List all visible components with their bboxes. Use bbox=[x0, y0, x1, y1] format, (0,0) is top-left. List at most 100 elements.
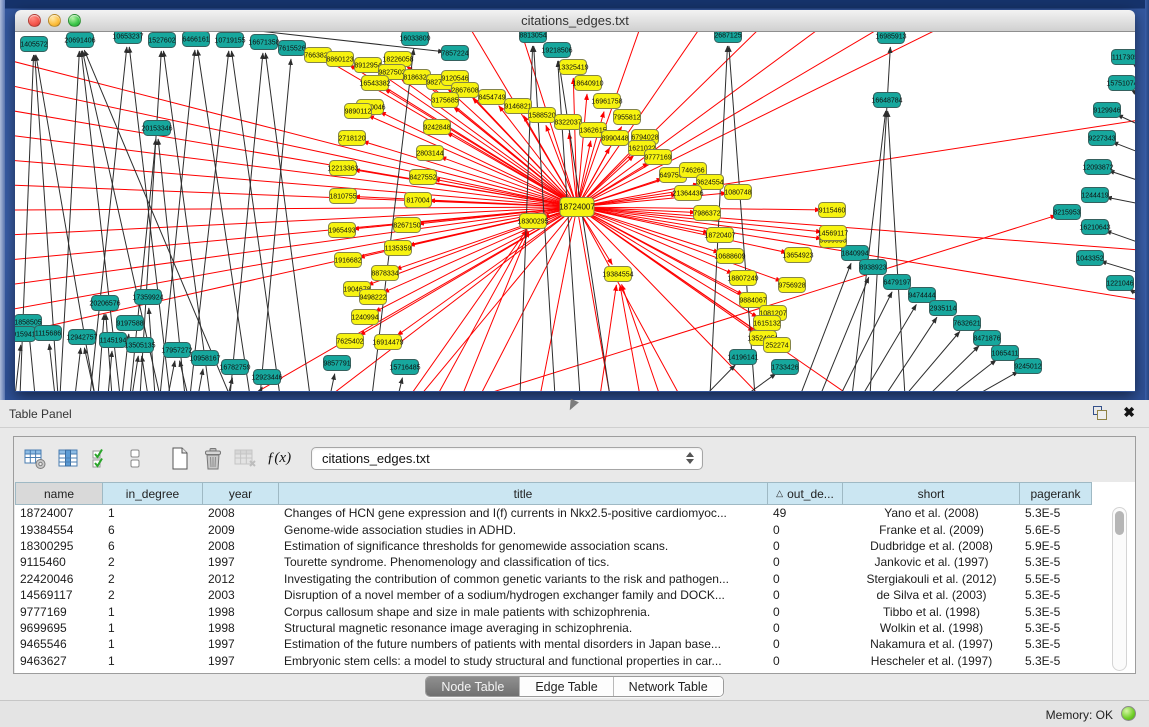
table-cell[interactable]: 1 bbox=[103, 506, 203, 520]
graph-node-yellow[interactable]: 16543382 bbox=[359, 76, 390, 91]
table-cell[interactable]: 0 bbox=[768, 555, 843, 569]
graph-node-teal[interactable]: 20691406 bbox=[64, 33, 95, 48]
graph-node-teal[interactable]: 7632621 bbox=[953, 316, 980, 331]
table-cell[interactable]: Embryonic stem cells: a model to study s… bbox=[279, 654, 768, 668]
column-header-name[interactable]: name bbox=[15, 482, 103, 505]
graph-node-yellow[interactable]: 8454749 bbox=[478, 90, 505, 105]
table-cell[interactable]: 6 bbox=[103, 539, 203, 553]
graph-node-yellow[interactable]: 10688609 bbox=[714, 249, 745, 264]
zoom-window-icon[interactable] bbox=[68, 14, 81, 27]
table-cell[interactable]: 2 bbox=[103, 588, 203, 602]
table-cell[interactable]: 1997 bbox=[203, 555, 279, 569]
graph-node-teal[interactable]: 9245012 bbox=[1014, 359, 1041, 374]
table-cell[interactable]: 9115460 bbox=[15, 555, 103, 569]
column-header-out-de[interactable]: △out_de... bbox=[768, 482, 843, 505]
graph-node-yellow[interactable]: 18640910 bbox=[572, 76, 603, 91]
table-cell[interactable]: Disruption of a novel member of a sodium… bbox=[279, 588, 768, 602]
table-cell[interactable]: de Silva et al. (2003) bbox=[843, 588, 1020, 602]
graph-node-teal[interactable]: 17359924 bbox=[132, 290, 163, 305]
graph-node-yellow[interactable]: 1240994 bbox=[351, 310, 378, 325]
table-cell[interactable]: Corpus callosum shape and size in male p… bbox=[279, 605, 768, 619]
graph-node-yellow[interactable]: 817004 bbox=[405, 193, 432, 208]
memory-ok-icon[interactable] bbox=[1121, 706, 1136, 721]
graph-node-yellow[interactable]: 9498222 bbox=[359, 290, 386, 305]
table-cell[interactable]: 0 bbox=[768, 572, 843, 586]
graph-node-teal[interactable]: 9129946 bbox=[1093, 103, 1120, 118]
table-cell[interactable]: Nakamura et al. (1997) bbox=[843, 637, 1020, 651]
table-cell[interactable]: 1998 bbox=[203, 621, 279, 635]
graph-node-yellow[interactable]: 1916682 bbox=[334, 253, 361, 268]
table-vertical-scrollbar[interactable] bbox=[1112, 507, 1127, 671]
table-cell[interactable]: Yano et al. (2008) bbox=[843, 506, 1020, 520]
network-canvas[interactable]: 1405572206914061065323715276026466161107… bbox=[15, 32, 1135, 391]
table-row[interactable]: 946362711997Embryonic stem cells: a mode… bbox=[15, 653, 1092, 669]
graph-node-teal[interactable]: 12093872 bbox=[1082, 160, 1113, 175]
graph-node-yellow[interactable]: 16961758 bbox=[591, 94, 622, 109]
table-cell[interactable]: 9777169 bbox=[15, 605, 103, 619]
table-cell[interactable]: 22420046 bbox=[15, 572, 103, 586]
table-cell[interactable]: 19384554 bbox=[15, 523, 103, 537]
table-cell[interactable]: 2 bbox=[103, 572, 203, 586]
table-row[interactable]: 2242004622012Investigating the contribut… bbox=[15, 571, 1092, 587]
graph-node-teal[interactable]: 2935114 bbox=[930, 301, 957, 316]
table-cell[interactable]: Tibbo et al. (1998) bbox=[843, 605, 1020, 619]
table-cell[interactable]: Tourette syndrome. Phenomenology and cla… bbox=[279, 555, 768, 569]
table-cell[interactable]: 5.9E-5 bbox=[1020, 539, 1092, 553]
column-header-pagerank[interactable]: pagerank bbox=[1020, 482, 1092, 505]
graph-node-teal[interactable]: 7857224 bbox=[441, 46, 468, 61]
graph-node-teal[interactable]: 14196141 bbox=[727, 350, 758, 365]
graph-node-teal[interactable]: 1527602 bbox=[148, 33, 175, 48]
table-cell[interactable]: 49 bbox=[768, 506, 843, 520]
table-cell[interactable]: 5.6E-5 bbox=[1020, 523, 1092, 537]
table-cell[interactable]: 2003 bbox=[203, 588, 279, 602]
graph-node-teal[interactable]: 8813054 bbox=[519, 32, 546, 43]
graph-node-teal[interactable]: 2687125 bbox=[714, 32, 741, 43]
column-header-title[interactable]: title bbox=[279, 482, 768, 505]
table-cell[interactable]: Structural magnetic resonance image aver… bbox=[279, 621, 768, 635]
table-cell[interactable]: 1 bbox=[103, 605, 203, 619]
table-row[interactable]: 1456911722003Disruption of a novel membe… bbox=[15, 587, 1092, 603]
show-hide-columns-button[interactable] bbox=[56, 445, 82, 473]
graph-node-yellow[interactable]: 21364436 bbox=[672, 186, 703, 201]
table-cell[interactable]: 18300295 bbox=[15, 539, 103, 553]
graph-node-teal[interactable]: 16210643 bbox=[1079, 220, 1110, 235]
table-cell[interactable]: 1997 bbox=[203, 654, 279, 668]
graph-node-yellow[interactable]: 8267150 bbox=[393, 218, 420, 233]
graph-node-yellow[interactable]: 8860123 bbox=[326, 52, 353, 67]
apply-function-button[interactable]: ƒ(x) bbox=[266, 445, 292, 473]
table-cell[interactable]: Wolkin et al. (1998) bbox=[843, 621, 1020, 635]
graph-node-teal[interactable]: 16985913 bbox=[875, 32, 906, 44]
graph-node-teal[interactable]: 16033809 bbox=[399, 32, 430, 46]
table-cell[interactable]: 5.5E-5 bbox=[1020, 572, 1092, 586]
graph-node-teal[interactable]: 1115686 bbox=[35, 326, 62, 341]
table-settings-button[interactable] bbox=[23, 445, 49, 473]
graph-node-teal[interactable]: 13505135 bbox=[124, 338, 155, 353]
graph-node-yellow[interactable]: 8322037 bbox=[554, 115, 581, 130]
table-cell[interactable]: 5.3E-5 bbox=[1020, 588, 1092, 602]
table-cell[interactable]: 2009 bbox=[203, 523, 279, 537]
graph-node-teal[interactable]: 1221046 bbox=[1106, 276, 1133, 291]
table-cell[interactable]: 5.3E-5 bbox=[1020, 506, 1092, 520]
graph-node-yellow[interactable]: 1810755 bbox=[329, 189, 356, 204]
graph-node-teal[interactable]: 20153346 bbox=[141, 121, 172, 136]
delete-table-button[interactable] bbox=[233, 445, 259, 473]
table-row[interactable]: 977716911998Corpus callosum shape and si… bbox=[15, 603, 1092, 619]
graph-node-teal[interactable]: 15716485 bbox=[389, 360, 420, 375]
graph-node-yellow[interactable]: 1080748 bbox=[724, 185, 751, 200]
graph-node-yellow[interactable]: 18807249 bbox=[727, 271, 758, 286]
table-cell[interactable]: 0 bbox=[768, 605, 843, 619]
delete-columns-button[interactable] bbox=[200, 445, 226, 473]
tab-network-table[interactable]: Network Table bbox=[613, 677, 723, 696]
create-column-button[interactable] bbox=[167, 445, 193, 473]
graph-node-teal[interactable]: 1405572 bbox=[20, 37, 47, 52]
graph-node-teal[interactable]: 15751074 bbox=[1106, 76, 1135, 91]
graph-node-teal[interactable]: 10958167 bbox=[189, 351, 220, 366]
table-cell[interactable]: 0 bbox=[768, 654, 843, 668]
table-cell[interactable]: 0 bbox=[768, 637, 843, 651]
table-cell[interactable]: 9465546 bbox=[15, 637, 103, 651]
graph-node-teal[interactable]: 1145194 bbox=[100, 333, 127, 348]
graph-node-teal[interactable]: 8471876 bbox=[973, 331, 1000, 346]
column-header-short[interactable]: short bbox=[843, 482, 1020, 505]
table-cell[interactable]: Dudbridge et al. (2008) bbox=[843, 539, 1020, 553]
graph-node-teal[interactable]: 9474444 bbox=[908, 288, 935, 303]
